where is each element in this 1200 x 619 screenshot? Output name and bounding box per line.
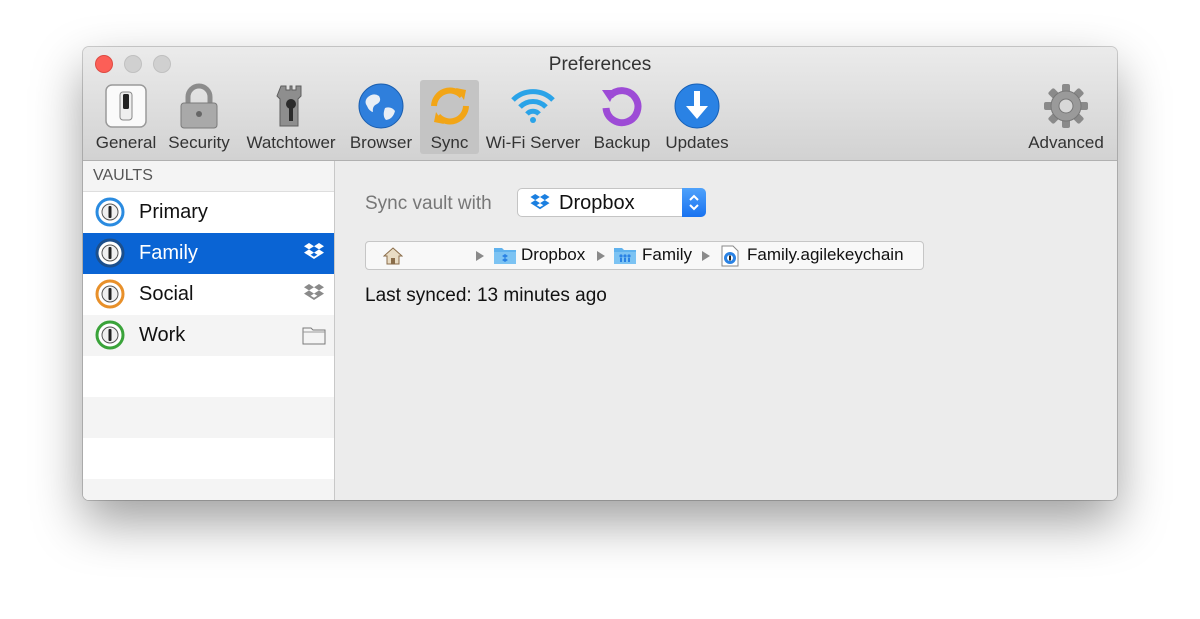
title-bar: Preferences General Security Watchtower [83, 47, 1117, 161]
path-separator-icon [702, 251, 710, 261]
switch-icon [102, 82, 150, 130]
toolbar-browser-label: Browser [349, 133, 413, 152]
sync-arrows-icon [426, 82, 474, 130]
empty-row [83, 397, 334, 438]
vault-row-work[interactable]: Work [83, 315, 334, 356]
vault-row-primary[interactable]: Primary [83, 192, 334, 233]
window-title: Preferences [548, 54, 652, 75]
toolbar-sync[interactable]: Sync [420, 80, 479, 154]
folder-icon [302, 324, 326, 346]
toolbar-browser[interactable]: Browser [347, 80, 415, 154]
path-separator-icon [597, 251, 605, 261]
toolbar-backup[interactable]: Backup [591, 80, 653, 154]
path-dropbox[interactable]: Dropbox [521, 245, 585, 265]
sync-service-value: Dropbox [559, 192, 635, 214]
vault-row-social[interactable]: Social [83, 274, 334, 315]
globe-icon [357, 82, 405, 130]
toolbar-updates-label: Updates [665, 133, 729, 152]
dropbox-folder-icon [493, 246, 517, 265]
empty-row [83, 356, 334, 397]
keychain-file-icon [720, 245, 740, 267]
family-folder-icon [613, 246, 637, 265]
watchtower-icon [267, 82, 315, 130]
toolbar-backup-label: Backup [593, 133, 651, 152]
preferences-window: Preferences General Security Watchtower [83, 47, 1117, 500]
vault-name: Family [139, 242, 198, 264]
dropbox-icon [528, 193, 552, 214]
select-chevrons-icon [682, 188, 706, 217]
vaults-sidebar: VAULTS Primary Family Social Work [83, 161, 335, 500]
toolbar-general-label: General [95, 133, 157, 152]
vault-primary-icon [95, 197, 125, 227]
sync-vault-label: Sync vault with [365, 193, 492, 214]
padlock-icon [175, 82, 223, 130]
vaults-header: VAULTS [83, 161, 334, 192]
toolbar-updates[interactable]: Updates [661, 80, 733, 154]
vault-social-icon [95, 279, 125, 309]
sync-service-select[interactable]: Dropbox [517, 188, 706, 217]
toolbar-watchtower-label: Watchtower [246, 133, 336, 152]
home-icon [383, 247, 403, 265]
vault-row-family[interactable]: Family [83, 233, 334, 274]
empty-row [83, 438, 334, 479]
toolbar-security[interactable]: Security [165, 80, 233, 154]
toolbar-general[interactable]: General [93, 80, 159, 154]
toolbar-advanced-label: Advanced [1028, 133, 1104, 152]
vault-family-icon [95, 238, 125, 268]
sync-settings-panel: Sync vault with Dropbox Dropbox Family F… [335, 161, 1117, 500]
path-control[interactable]: Dropbox Family Family.agilekeychain [365, 241, 924, 270]
last-synced-status: Last synced: 13 minutes ago [365, 285, 607, 306]
empty-row [83, 479, 334, 500]
download-arrow-icon [673, 82, 721, 130]
path-keychain-file[interactable]: Family.agilekeychain [747, 245, 904, 265]
vault-work-icon [95, 320, 125, 350]
toolbar-security-label: Security [168, 133, 230, 152]
wifi-icon [509, 82, 557, 130]
vault-name: Work [139, 324, 186, 346]
toolbar-advanced[interactable]: Advanced [1025, 80, 1107, 154]
vault-name: Primary [139, 201, 208, 223]
dropbox-icon [302, 242, 326, 264]
path-family[interactable]: Family [642, 245, 692, 265]
toolbar-wifi-server[interactable]: Wi-Fi Server [483, 80, 583, 154]
toolbar-watchtower[interactable]: Watchtower [243, 80, 339, 154]
toolbar-wifi-server-label: Wi-Fi Server [485, 133, 581, 152]
gear-icon [1042, 82, 1090, 130]
backup-icon [598, 82, 646, 130]
vault-name: Social [139, 283, 194, 305]
dropbox-icon [302, 283, 326, 305]
path-separator-icon [476, 251, 484, 261]
toolbar-sync-label: Sync [430, 133, 469, 152]
